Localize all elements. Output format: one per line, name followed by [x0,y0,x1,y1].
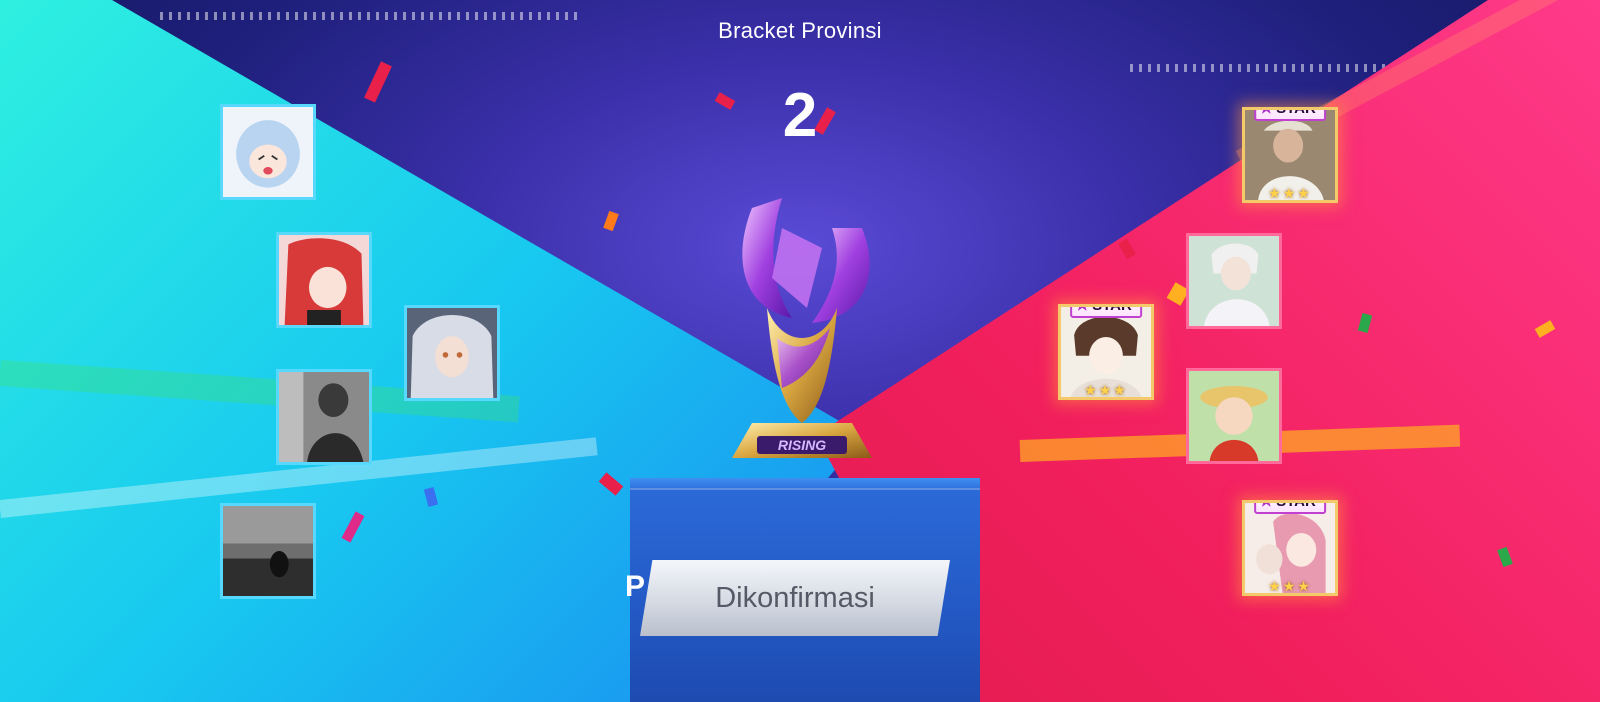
player-avatar-1[interactable] [220,104,316,200]
white-hair-anime-man-icon [1189,236,1279,326]
trophy-label: RISING [778,437,826,453]
red-hair-anime-girl-icon [279,235,369,325]
player-avatar-4[interactable] [276,369,372,465]
bracket-title: Bracket Provinsi [718,18,882,43]
chibi-blue-hair-anime-girl-icon [223,107,313,197]
confirm-button-label: Dikonfirmasi [715,581,875,614]
silver-hair-anime-character-icon [407,308,497,398]
rating-stars-icon: ★★★ [1268,185,1312,201]
star-badge: STAR [1070,307,1142,318]
star-badge: STAR [1254,503,1326,514]
trophy-icon: RISING [732,198,872,458]
grayscale-seascape-photo-icon [223,506,313,596]
grayscale-photo-icon [279,372,369,462]
confirm-button[interactable]: Dikonfirmasi [640,560,950,636]
rating-stars-icon: ★★★ [1084,382,1128,398]
player-avatar-10[interactable]: STAR ★★★ [1242,500,1338,596]
player-avatar-8[interactable]: STAR ★★★ [1058,304,1154,400]
rating-stars-icon: ★★★ [1268,578,1312,594]
player-avatar-9[interactable] [1186,368,1282,464]
player-avatar-3[interactable] [404,305,500,401]
player-avatar-5[interactable] [220,503,316,599]
player-avatar-2[interactable] [276,232,372,328]
player-avatar-7[interactable] [1186,233,1282,329]
chibi-straw-hat-character-icon [1189,371,1279,461]
player-avatar-6[interactable]: STAR ★★★ [1242,107,1338,203]
match-intro-screen: Bracket Provinsi 2 RISING ★ STAR ★★★ ★ S… [0,0,1600,702]
star-badge: STAR [1254,110,1326,121]
